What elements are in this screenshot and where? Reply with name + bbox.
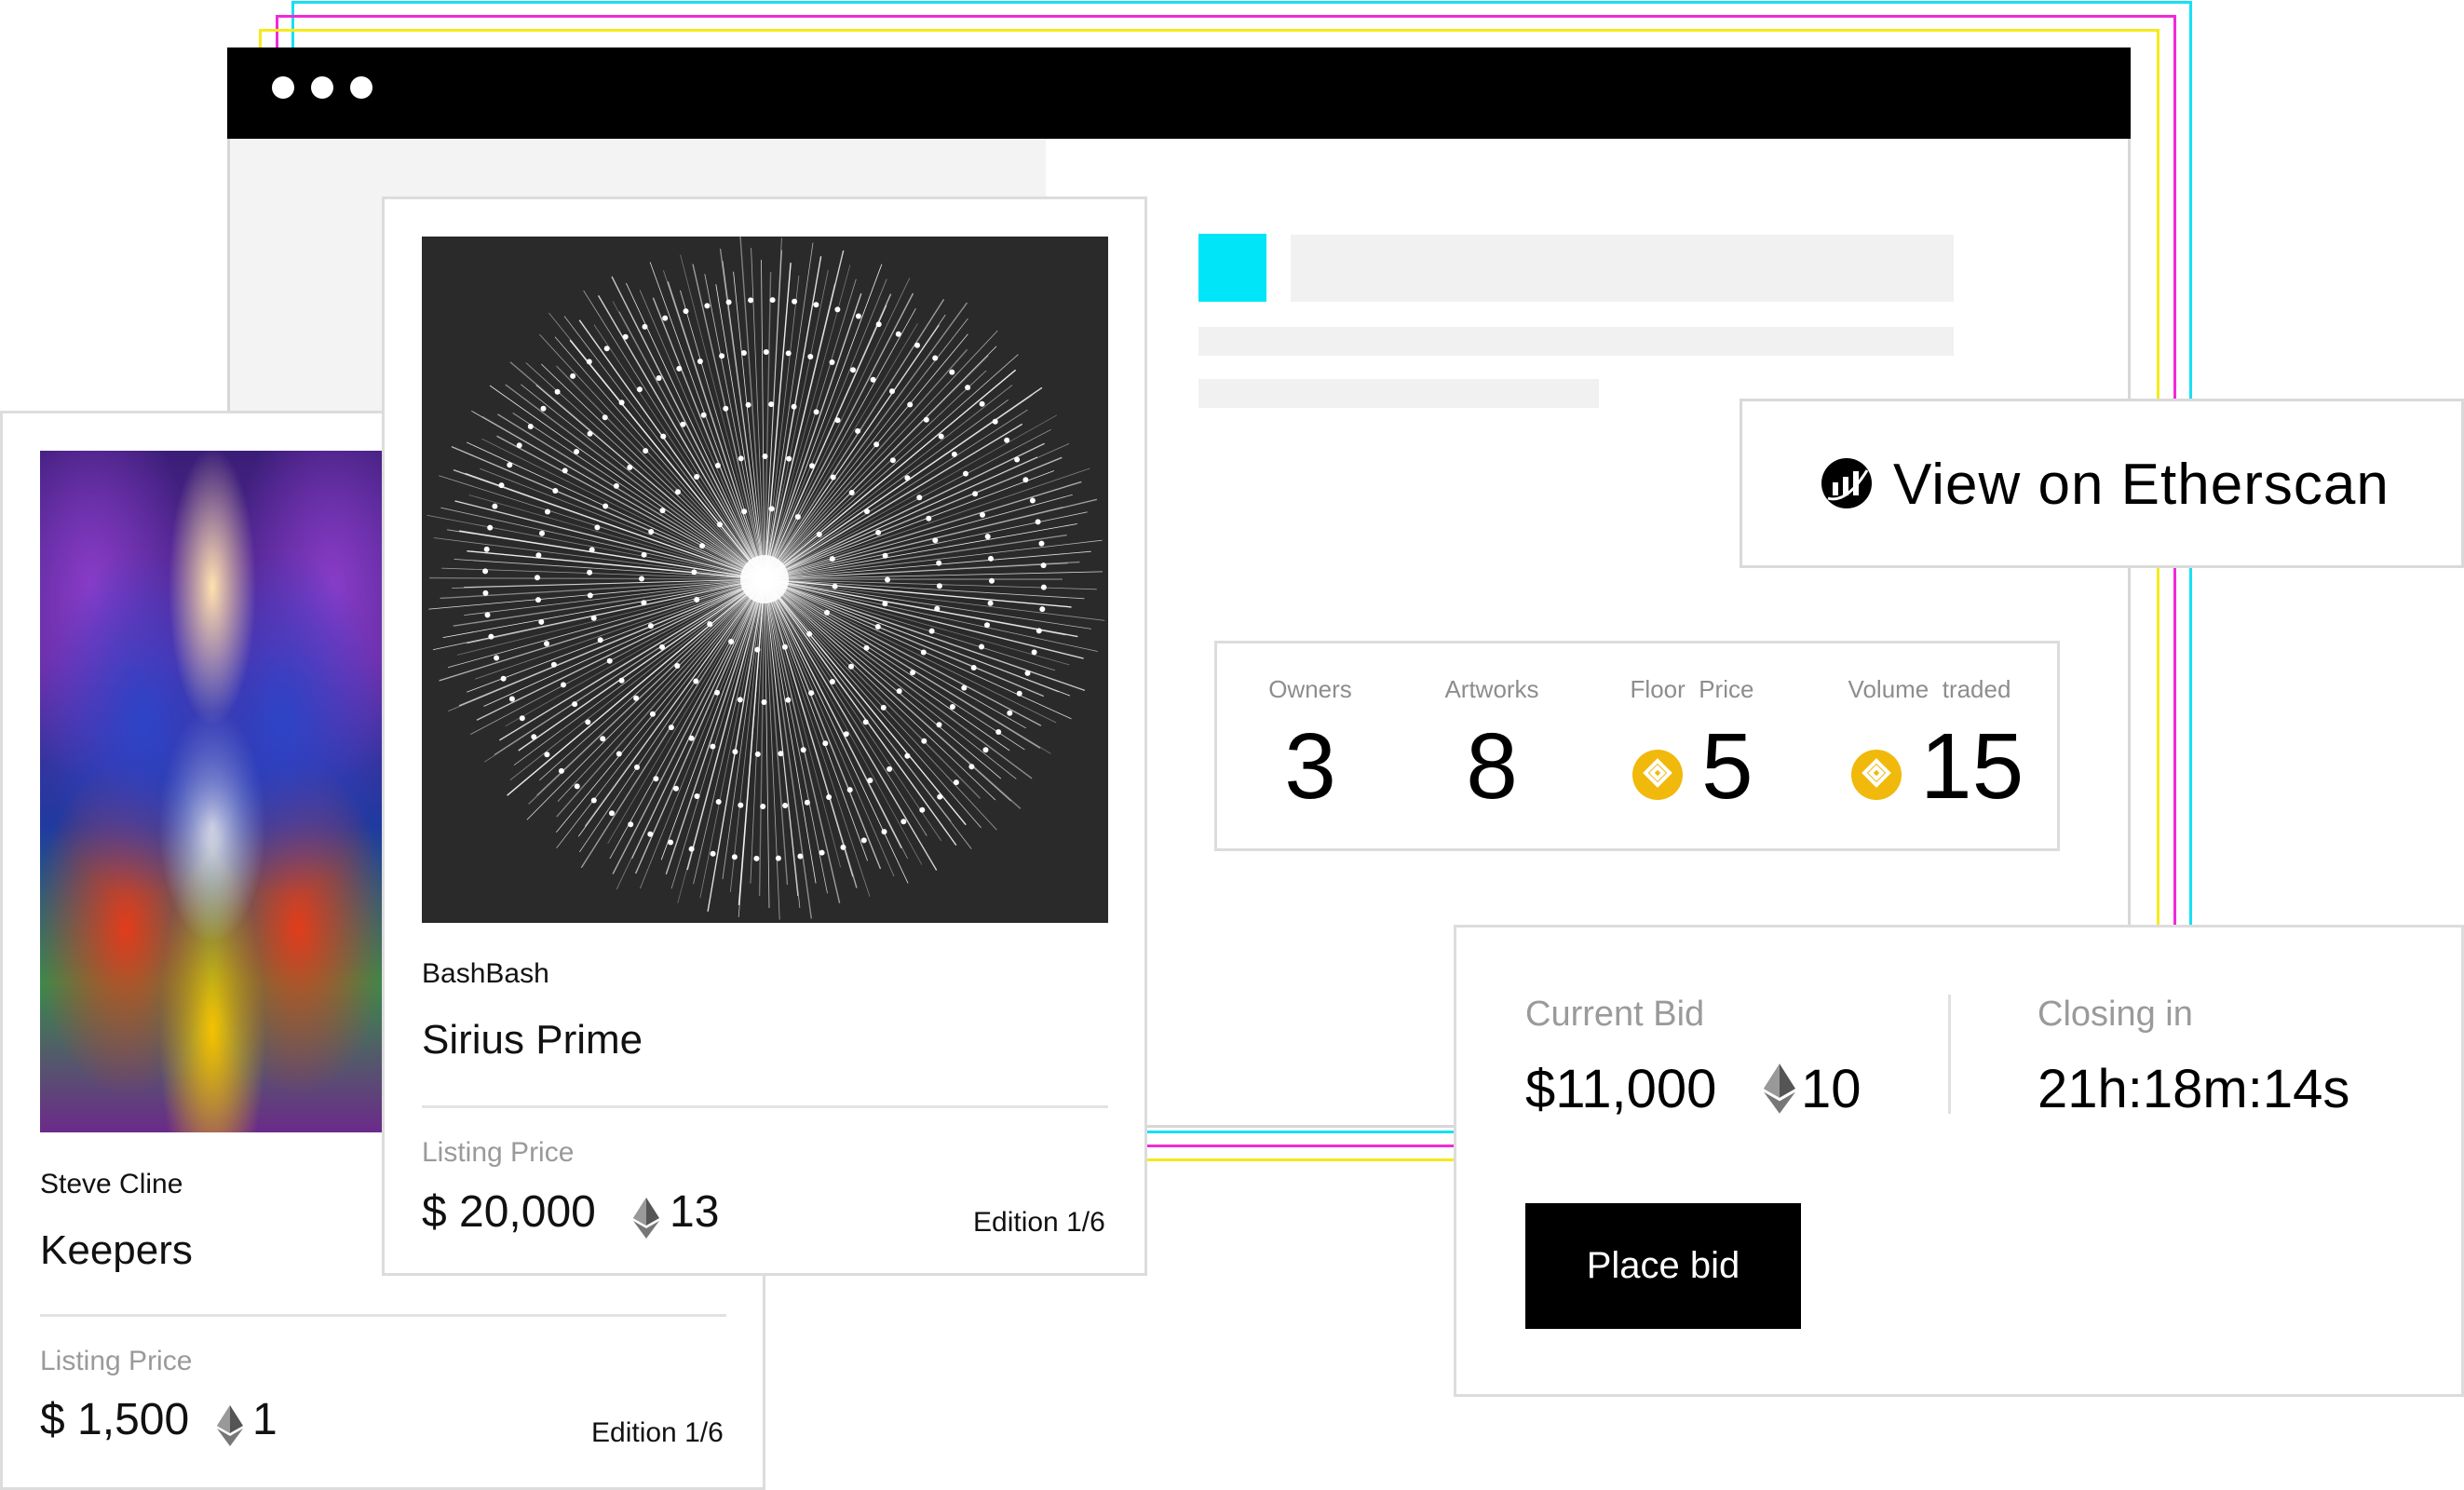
text-placeholder bbox=[1198, 327, 1954, 356]
listing-price-eth: 1 bbox=[252, 1395, 278, 1444]
title-placeholder bbox=[1291, 235, 1954, 302]
artwork-title[interactable]: Keepers bbox=[40, 1227, 193, 1274]
artworks-value: 8 bbox=[1466, 714, 1518, 819]
artwork-image-sirius-prime[interactable] bbox=[422, 237, 1108, 923]
edition-label: Edition 1/6 bbox=[973, 1207, 1105, 1238]
etherscan-icon bbox=[1821, 457, 1873, 509]
text-placeholder bbox=[1198, 379, 1599, 408]
divider bbox=[422, 1105, 1108, 1108]
closing-in-label: Closing in bbox=[2038, 995, 2193, 1034]
vertical-divider bbox=[1948, 995, 1951, 1114]
nft-card-sirius-prime[interactable]: BashBash Sirius Prime Listing Price $ 20… bbox=[382, 196, 1147, 1276]
artwork-image-keepers[interactable] bbox=[40, 451, 385, 1132]
volume-traded-label: Volume traded bbox=[1848, 675, 2011, 703]
listing-price-eth: 13 bbox=[670, 1187, 720, 1237]
bid-panel: Current Bid $11,000 10 Closing in 21h:18… bbox=[1454, 925, 2464, 1397]
window-dot-icon[interactable] bbox=[350, 76, 372, 99]
edition-label: Edition 1/6 bbox=[591, 1417, 724, 1448]
window-dot-icon[interactable] bbox=[272, 76, 294, 99]
owners-value: 3 bbox=[1284, 714, 1336, 819]
floor-price-label: Floor Price bbox=[1630, 675, 1754, 703]
accent-square bbox=[1198, 234, 1266, 302]
window-dot-icon[interactable] bbox=[311, 76, 333, 99]
etherscan-label: View on Etherscan bbox=[1893, 453, 2390, 517]
closing-in-countdown: 21h:18m:14s bbox=[2038, 1059, 2350, 1119]
ethereum-icon bbox=[1764, 1063, 1795, 1119]
place-bid-button[interactable]: Place bid bbox=[1525, 1203, 1801, 1329]
view-on-etherscan-button[interactable]: View on Etherscan bbox=[1740, 399, 2464, 568]
artist-name[interactable]: BashBash bbox=[422, 958, 549, 990]
listing-price-usd: $ 1,500 bbox=[40, 1395, 190, 1444]
artwork-title[interactable]: Sirius Prime bbox=[422, 1017, 643, 1063]
artist-name[interactable]: Steve Cline bbox=[40, 1169, 183, 1200]
current-bid-eth: 10 bbox=[1801, 1059, 1862, 1119]
listing-price-usd: $ 20,000 bbox=[422, 1187, 596, 1237]
bnb-coin-icon bbox=[1632, 750, 1683, 800]
owners-label: Owners bbox=[1268, 675, 1352, 703]
current-bid-usd: $11,000 bbox=[1525, 1059, 1717, 1119]
volume-traded-value: 15 bbox=[1920, 714, 2024, 819]
listing-price-label: Listing Price bbox=[40, 1346, 193, 1376]
collection-stats-panel: Owners 3 Artworks 8 Floor Price 5 Volume… bbox=[1214, 641, 2060, 851]
current-bid-label: Current Bid bbox=[1525, 995, 1705, 1034]
ethereum-icon bbox=[217, 1405, 243, 1451]
artworks-label: Artworks bbox=[1444, 675, 1539, 703]
floor-price-value: 5 bbox=[1701, 714, 1753, 819]
browser-titlebar bbox=[227, 47, 2131, 139]
bnb-coin-icon bbox=[1851, 750, 1902, 800]
listing-price-label: Listing Price bbox=[422, 1137, 575, 1168]
divider bbox=[40, 1314, 726, 1317]
ethereum-icon bbox=[633, 1198, 659, 1243]
